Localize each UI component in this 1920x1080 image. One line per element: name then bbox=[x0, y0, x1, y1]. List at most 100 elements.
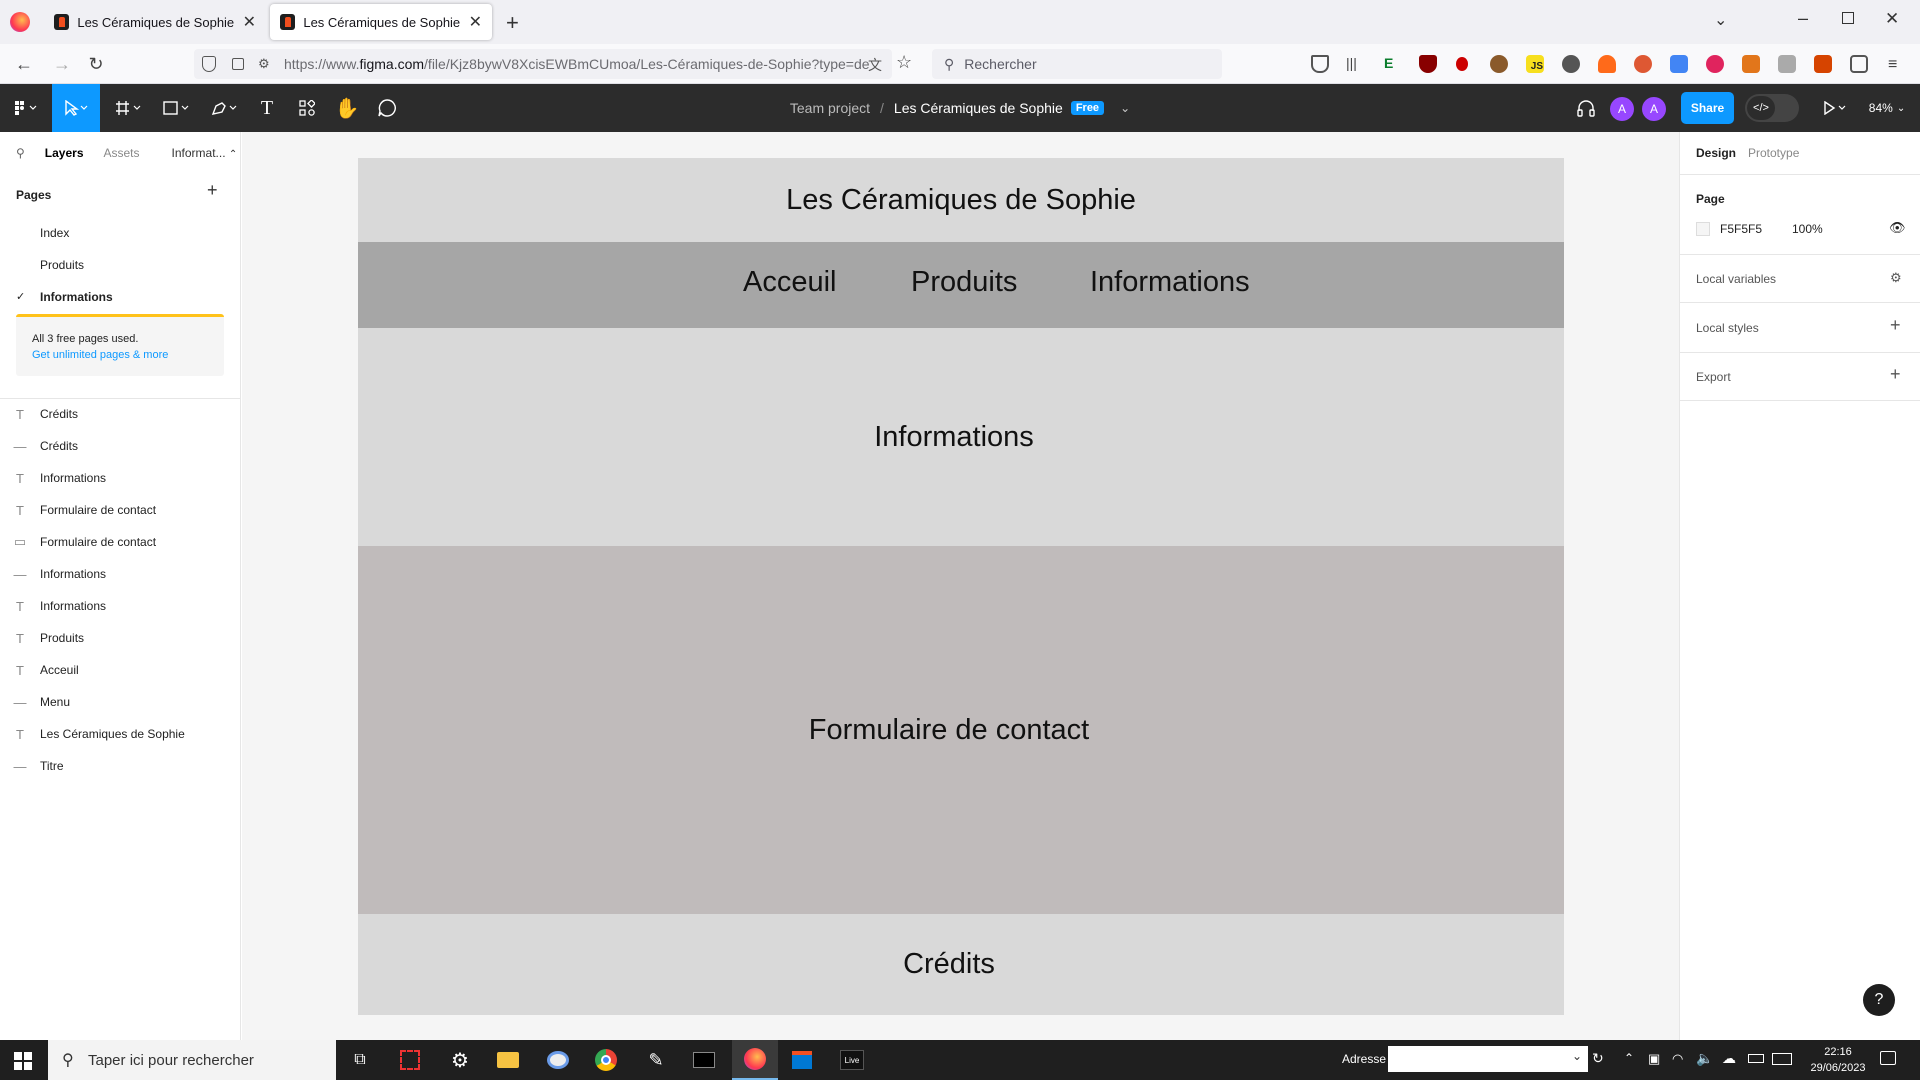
pen-tool-icon[interactable] bbox=[204, 84, 246, 132]
avatar[interactable]: A bbox=[1642, 97, 1666, 121]
wifi-icon[interactable]: ◠ bbox=[1672, 1051, 1683, 1067]
live-app-icon[interactable]: Live bbox=[832, 1044, 872, 1076]
shield-icon[interactable] bbox=[202, 56, 216, 72]
add-style-icon[interactable]: + bbox=[1890, 315, 1901, 336]
permissions-icon[interactable]: ⚙ bbox=[258, 56, 270, 72]
local-variables-label[interactable]: Local variables bbox=[1696, 272, 1776, 286]
paint-app-icon[interactable] bbox=[538, 1044, 578, 1076]
forward-icon[interactable]: → bbox=[50, 52, 74, 76]
text-tool-icon[interactable]: T bbox=[250, 84, 284, 132]
firefox-menu-icon[interactable] bbox=[10, 12, 30, 32]
page-color-swatch[interactable] bbox=[1696, 222, 1710, 236]
add-page-icon[interactable]: + bbox=[207, 180, 218, 201]
extension-ublock-icon[interactable] bbox=[1419, 55, 1437, 73]
extension-fox-icon[interactable] bbox=[1598, 55, 1616, 73]
refresh-icon[interactable]: ↻ bbox=[1592, 1050, 1604, 1067]
chrome-icon[interactable] bbox=[586, 1044, 626, 1076]
frame-tool-icon[interactable] bbox=[108, 84, 150, 132]
tray-chevron-up-icon[interactable]: ⌃ bbox=[1624, 1051, 1634, 1065]
translate-icon[interactable]: 文 bbox=[868, 55, 882, 75]
help-button[interactable]: ? bbox=[1863, 984, 1895, 1016]
resources-tool-icon[interactable] bbox=[290, 84, 324, 132]
onedrive-cloud-icon[interactable]: ☁ bbox=[1722, 1050, 1736, 1067]
informations-heading[interactable]: Informations bbox=[874, 421, 1034, 454]
file-explorer-icon[interactable] bbox=[488, 1044, 528, 1076]
audio-headphones-icon[interactable] bbox=[1572, 84, 1600, 132]
window-close-icon[interactable]: ✕ bbox=[1885, 9, 1899, 29]
page-color-opacity[interactable]: 100% bbox=[1792, 222, 1823, 236]
tab-design[interactable]: Design bbox=[1696, 146, 1736, 160]
extension-red-circle-icon[interactable] bbox=[1706, 55, 1724, 73]
layer-row[interactable]: T Informations bbox=[0, 462, 240, 494]
browser-search-field[interactable]: ⚲ Rechercher bbox=[932, 49, 1222, 79]
shape-tool-icon[interactable] bbox=[156, 84, 198, 132]
credits-section[interactable]: Crédits bbox=[358, 914, 1564, 1015]
snipping-tool-icon[interactable] bbox=[390, 1044, 430, 1076]
site-title[interactable]: Les Céramiques de Sophie bbox=[786, 184, 1136, 217]
window-restore-icon[interactable] bbox=[1842, 12, 1854, 24]
dev-mode-toggle[interactable]: </> bbox=[1745, 94, 1799, 122]
battery-icon[interactable] bbox=[1748, 1054, 1764, 1063]
store-icon[interactable] bbox=[782, 1044, 822, 1076]
keyboard-icon[interactable] bbox=[1772, 1053, 1792, 1065]
comment-tool-icon[interactable] bbox=[370, 84, 404, 132]
zoom-dropdown[interactable]: 84% ⌄ bbox=[1862, 84, 1912, 132]
figma-main-menu-icon[interactable] bbox=[6, 84, 46, 132]
page-color-hex[interactable]: F5F5F5 bbox=[1720, 222, 1762, 236]
lock-icon[interactable] bbox=[232, 58, 244, 70]
layer-row[interactable]: — Titre bbox=[0, 750, 240, 782]
variables-sliders-icon[interactable]: ⚙ bbox=[1890, 270, 1902, 286]
extension-megaphone-icon[interactable] bbox=[1814, 55, 1832, 73]
canvas[interactable]: Les Céramiques de Sophie Acceuil Produit… bbox=[242, 132, 1679, 1040]
export-label[interactable]: Export bbox=[1696, 370, 1731, 384]
project-link[interactable]: Team project bbox=[790, 100, 870, 116]
file-name[interactable]: Les Céramiques de Sophie bbox=[894, 100, 1063, 116]
page-item-informations[interactable]: Informations bbox=[40, 290, 113, 304]
extension-js-icon[interactable]: JS bbox=[1526, 55, 1544, 73]
extension-e-icon[interactable]: E bbox=[1384, 55, 1402, 73]
hamburger-menu-icon[interactable]: ≡ bbox=[1888, 56, 1897, 74]
taskbar-search-field[interactable]: ⚲ Taper ici pour rechercher bbox=[48, 1040, 336, 1080]
title-section[interactable]: Les Céramiques de Sophie bbox=[358, 158, 1564, 242]
library-icon[interactable]: ||| bbox=[1346, 55, 1364, 73]
extension-ladybug-icon[interactable] bbox=[1456, 57, 1468, 71]
menu-item-acceuil[interactable]: Acceuil bbox=[743, 266, 837, 299]
credits-heading[interactable]: Crédits bbox=[903, 948, 995, 981]
layer-row[interactable]: T Acceuil bbox=[0, 654, 240, 686]
firefox-icon[interactable] bbox=[732, 1040, 778, 1080]
layer-row[interactable]: — Crédits bbox=[0, 430, 240, 462]
close-tab-icon[interactable]: ✕ bbox=[469, 12, 482, 32]
extension-speaker-icon[interactable] bbox=[1778, 55, 1796, 73]
layer-row[interactable]: T Produits bbox=[0, 622, 240, 654]
tab-assets[interactable]: Assets bbox=[104, 146, 140, 160]
notifications-icon[interactable] bbox=[1880, 1051, 1896, 1065]
upgrade-link[interactable]: Get unlimited pages & more bbox=[32, 349, 168, 361]
task-view-icon[interactable]: ⧉ bbox=[340, 1044, 380, 1076]
volume-icon[interactable]: 🔈 bbox=[1696, 1050, 1713, 1067]
present-play-icon[interactable] bbox=[1818, 84, 1852, 132]
bookmark-star-icon[interactable]: ☆ bbox=[896, 52, 912, 73]
search-layers-icon[interactable]: ⚲ bbox=[16, 146, 25, 160]
extensions-puzzle-icon[interactable] bbox=[1850, 55, 1868, 73]
tab-prototype[interactable]: Prototype bbox=[1748, 146, 1799, 160]
hand-tool-icon[interactable]: ✋ bbox=[330, 84, 364, 132]
layer-row[interactable]: T Formulaire de contact bbox=[0, 494, 240, 526]
contact-form-section[interactable]: Formulaire de contact bbox=[358, 546, 1564, 914]
terminal-icon[interactable] bbox=[684, 1044, 724, 1076]
system-clock[interactable]: 22:16 29/06/2023 bbox=[1796, 1044, 1880, 1076]
back-icon[interactable]: ← bbox=[12, 52, 36, 76]
eye-visibility-icon[interactable]: 👁 bbox=[1889, 220, 1906, 236]
tab-layers[interactable]: Layers bbox=[45, 146, 84, 160]
layer-row[interactable]: T Les Céramiques de Sophie bbox=[0, 718, 240, 750]
browser-tab-active[interactable]: Les Céramiques de Sophie – Figma ✕ bbox=[270, 4, 492, 40]
add-export-icon[interactable]: + bbox=[1890, 364, 1901, 385]
menu-item-informations[interactable]: Informations bbox=[1090, 266, 1250, 299]
layer-row[interactable]: — Menu bbox=[0, 686, 240, 718]
file-menu-chevron-icon[interactable]: ⌄ bbox=[1120, 101, 1130, 115]
contact-form-heading[interactable]: Formulaire de contact bbox=[809, 714, 1089, 747]
local-styles-label[interactable]: Local styles bbox=[1696, 321, 1759, 335]
browser-tab[interactable]: Les Céramiques de Sophie – Figma ✕ bbox=[44, 4, 266, 40]
extension-metamask-icon[interactable] bbox=[1742, 55, 1760, 73]
move-tool-icon[interactable] bbox=[52, 84, 100, 132]
satellite-app-icon[interactable]: ✎ bbox=[636, 1044, 676, 1076]
